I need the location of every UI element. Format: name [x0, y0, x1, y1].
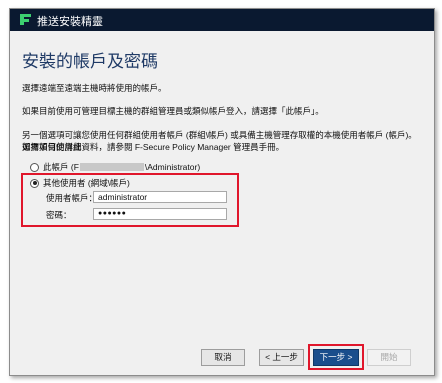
- this-account-label-suffix: \Administrator): [144, 162, 201, 172]
- password-field[interactable]: ●●●●●●: [93, 208, 227, 220]
- this-account-option[interactable]: 此帳戶 (F \Administrator): [30, 161, 200, 173]
- username-label: 使用者帳戶：: [46, 193, 98, 203]
- wizard-content: 安裝的帳戶及密碼 選擇遠端至遠端主機時將使用的帳戶。 如果目前使用可管理目標主機…: [10, 31, 434, 375]
- f-secure-logo-icon: [19, 13, 32, 31]
- this-account-label-prefix: 此帳戶 (F: [43, 162, 79, 172]
- next-button[interactable]: 下一步 >: [313, 349, 359, 366]
- cancel-button[interactable]: 取消: [201, 349, 245, 366]
- intro-text: 選擇遠端至遠端主機時將使用的帳戶。: [22, 83, 167, 93]
- push-install-wizard-window: 推送安裝精靈 安裝的帳戶及密碼 選擇遠端至遠端主機時將使用的帳戶。 如果目前使用…: [9, 8, 435, 376]
- other-user-radio[interactable]: [30, 178, 39, 188]
- other-user-label: 其他使用者 (網域\帳戶): [43, 178, 130, 188]
- window-title: 推送安裝精靈: [37, 16, 103, 28]
- other-user-option[interactable]: 其他使用者 (網域\帳戶): [30, 177, 130, 189]
- username-field[interactable]: administrator: [93, 191, 227, 203]
- this-account-radio[interactable]: [30, 162, 39, 172]
- start-button[interactable]: 開始: [367, 349, 411, 366]
- redacted-domain: [79, 163, 144, 171]
- page-title: 安裝的帳戶及密碼: [22, 52, 158, 71]
- password-label: 密碼：: [46, 210, 72, 220]
- back-button[interactable]: < 上一步: [259, 349, 304, 366]
- other-account-hint-line2: 選擇項目的詳細資料，請參閱 F-Secure Policy Manager 管理…: [22, 142, 285, 152]
- title-bar: 推送安裝精靈: [10, 9, 434, 31]
- this-account-hint-text: 如果目前使用可管理目標主機的群組管理員或類似帳戶登入，請選擇「此帳戶」。: [22, 106, 324, 116]
